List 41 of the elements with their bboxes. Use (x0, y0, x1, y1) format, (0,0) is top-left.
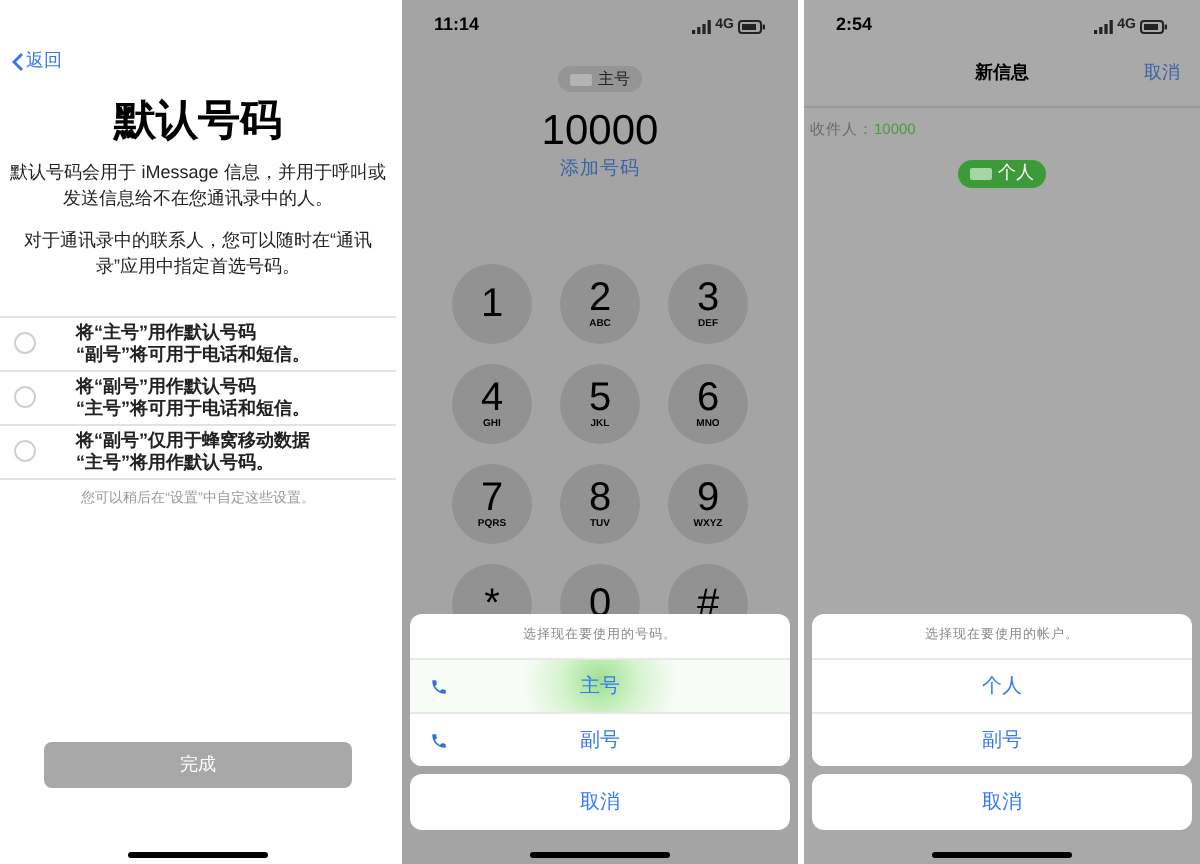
option-row[interactable]: 将“副号”用作默认号码 “主号”将可用于电话和短信。 (0, 371, 396, 425)
sheet-option[interactable]: 副号 (812, 712, 1192, 766)
phone-icon (430, 732, 448, 750)
cancel-button[interactable]: 取消 (410, 774, 790, 830)
option-title: 将“主号”用作默认号码 (76, 321, 258, 343)
option-title: 将“副号”用作默认号码 (76, 375, 258, 397)
battery-icon (1140, 19, 1168, 33)
page-title: 默认号码 (111, 95, 284, 147)
phone-icon (430, 678, 448, 696)
description-text: 对于通讯录中的联系人，您可以随时在“通讯录”应用中指定首选号码。 (22, 227, 374, 279)
sim-icon (570, 73, 592, 85)
description-text: 默认号码会用于 iMessage 信息，并用于呼叫或发送信息给不在您通讯录中的人。 (10, 159, 386, 211)
option-subtitle: “副号”将可用于电话和短信。 (76, 343, 310, 365)
signal-icon (1093, 19, 1114, 33)
cancel-button[interactable]: 取消 (812, 774, 1192, 830)
home-indicator (530, 852, 670, 858)
option-title: 将“副号”仅用于蜂窝移动数据 (76, 429, 310, 451)
option-row[interactable]: 将“副号”仅用于蜂窝移动数据 “主号”将用作默认号码。 (0, 425, 396, 479)
radio-button[interactable] (14, 386, 36, 408)
line-selector[interactable]: 主号 (558, 66, 642, 92)
radio-button[interactable] (14, 440, 36, 462)
home-indicator (932, 852, 1072, 858)
radio-button[interactable] (14, 332, 36, 354)
line-selector[interactable]: 个人 (958, 160, 1046, 188)
option-subtitle: “主号”将用作默认号码。 (76, 451, 276, 473)
status-time: 2:54 (836, 12, 873, 39)
home-indicator (128, 852, 268, 858)
back-link[interactable]: 返回 (12, 48, 62, 75)
status-time: 11:14 (434, 12, 480, 39)
battery-icon (738, 19, 766, 33)
line-label: 主号 (598, 67, 630, 91)
chevron-left-icon (12, 51, 24, 72)
sheet-option[interactable]: 副号 (410, 712, 790, 766)
dialed-number: 10000 (539, 108, 661, 156)
sim-icon (970, 168, 992, 180)
signal-icon (691, 19, 712, 33)
option-subtitle: “主号”将可用于电话和短信。 (76, 397, 310, 419)
keypad-key[interactable]: 1 (452, 264, 532, 345)
line-label: 个人 (998, 160, 1034, 187)
option-row[interactable]: 将“主号”用作默认号码 “副号”将可用于电话和短信。 (0, 317, 396, 371)
screen-title: 新信息 (975, 59, 1029, 86)
